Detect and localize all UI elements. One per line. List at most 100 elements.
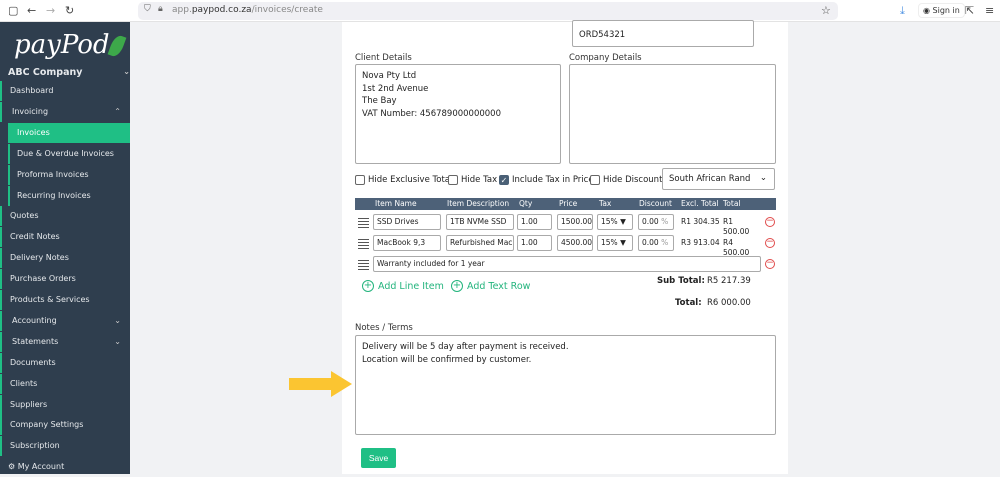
sidebar-item-invoices[interactable]: Invoices [8,123,130,143]
discount-input[interactable]: 0.00 % [638,214,674,230]
col-qty: Qty [519,199,533,208]
chevron-up-icon: ⌃ [114,107,121,116]
hide-exclusive-label: Hide Exclusive Total [368,175,453,185]
col-price: Price [559,199,578,208]
order-number-field[interactable]: ORD54321 [572,20,754,47]
tax-select[interactable]: 15% ▼ [597,214,633,230]
item-description-input[interactable]: Refurbished MacB [446,235,514,251]
menu-icon[interactable]: ≡ [985,4,994,17]
sidebar-item-delivery-notes[interactable]: Delivery Notes [0,248,130,268]
sidebar-item-statements[interactable]: Statements ⌄ [0,332,130,352]
chevron-down-icon: ⌄ [114,316,121,325]
plus-circle-icon: + [451,280,463,292]
sidebar-item-proforma[interactable]: Proforma Invoices [8,165,130,185]
item-name-input[interactable]: SSD Drives [373,214,441,230]
client-line: Nova Pty Ltd [362,71,417,81]
hide-discount-checkbox[interactable]: Hide Discount [590,175,662,185]
drag-handle-icon[interactable] [358,237,369,251]
chevron-down-icon: ⌄ [114,337,121,346]
text-row-input[interactable]: Warranty included for 1 year [373,256,761,272]
sidebar-item-quotes[interactable]: Quotes [0,206,130,226]
bookmark-star-icon[interactable]: ☆ [821,4,831,17]
line-total: R1 500.00 [723,217,750,236]
company-details-textarea[interactable] [569,64,776,164]
address-bar[interactable]: ⛉ 🔒︎ app.paypod.co.za/invoices/create ☆ [138,2,838,20]
notes-textarea[interactable]: Delivery will be 5 day after payment is … [355,335,776,435]
include-tax-checkbox[interactable]: ✓ Include Tax in Price [499,175,594,185]
lock-icon: 🔒︎ [158,4,163,14]
col-item-description: Item Description [447,199,510,208]
url-prefix: app. [172,5,192,15]
sidebar-item-suppliers[interactable]: Suppliers [0,395,130,415]
add-text-row-button[interactable]: + Add Text Row [451,280,530,292]
sidebar-item-documents[interactable]: Documents [0,353,130,373]
col-discount: Discount [639,199,672,208]
client-line: VAT Number: 456789000000000 [362,108,502,119]
sidebar-item-products[interactable]: Products & Services [0,290,130,310]
discount-input[interactable]: 0.00 % [638,235,674,251]
sidebar-item-subscription[interactable]: Subscription [0,436,130,456]
sign-in-button[interactable]: ◉ Sign in [918,3,965,18]
items-table-header: Item Name Item Description Qty Price Tax… [355,198,776,210]
item-description-input[interactable]: 1TB NVMe SSD [446,214,514,230]
save-button[interactable]: Save [361,448,396,468]
tax-select[interactable]: 15% ▼ [597,235,633,251]
sidebar: payPod ABC Company ⌄ Dashboard Invoicing ⌃… [0,22,130,474]
sidebar-item-invoicing[interactable]: Invoicing ⌃ [0,102,130,122]
item-name-input[interactable]: MacBook 9,3 [373,235,441,251]
sidebar-item-clients[interactable]: Clients [0,374,130,394]
url-domain: paypod.co.za [191,5,252,15]
sidebar-item-credit-notes[interactable]: Credit Notes [0,227,130,247]
notes-label: Notes / Terms [355,323,413,333]
remove-row-icon[interactable]: − [765,217,775,227]
include-tax-label: Include Tax in Price [512,175,594,185]
currency-value: South African Rand [669,174,751,184]
sidebar-item-dashboard[interactable]: Dashboard [0,81,130,101]
sidebar-item-purchase-orders[interactable]: Purchase Orders [0,269,130,289]
remove-row-icon[interactable]: − [765,259,775,269]
extensions-icon[interactable]: ⇱ [965,4,974,17]
subtotal-label: Sub Total: [657,276,705,286]
price-input[interactable]: 1500.00 [557,214,593,230]
sidebar-item-my-account[interactable]: ⚙ My Account [0,457,130,477]
shield-icon: ⛉ [144,4,151,14]
sidebar-item-company-settings[interactable]: Company Settings [0,415,130,435]
hide-exclusive-checkbox[interactable]: Hide Exclusive Total [355,175,452,185]
col-total: Total [723,199,741,208]
price-input[interactable]: 4500.00 [557,235,593,251]
tabs-icon[interactable]: ▢ [8,4,18,17]
company-selector[interactable]: ABC Company ⌄ [8,67,130,78]
statements-label: Statements [12,337,59,346]
percent-suffix: % [661,217,669,226]
add-line-item-label: Add Line Item [378,280,444,292]
remove-row-icon[interactable]: − [765,238,775,248]
sidebar-item-recurring[interactable]: Recurring Invoices [8,186,130,206]
client-line: The Bay [362,96,397,106]
sidebar-item-accounting[interactable]: Accounting ⌄ [0,311,130,331]
qty-input[interactable]: 1.00 [517,235,552,251]
back-icon[interactable]: ← [27,4,36,17]
add-line-item-button[interactable]: + Add Line Item [362,280,444,292]
drag-handle-icon[interactable] [358,258,369,272]
checkbox-icon [355,175,365,185]
paypod-logo[interactable]: payPod [14,30,126,60]
url-path: /invoices/create [251,5,323,15]
reload-icon[interactable]: ↻ [65,4,74,17]
total-label: Total: [675,298,702,308]
hide-discount-label: Hide Discount [603,175,663,185]
chevron-down-icon: ⌄ [123,67,130,76]
line-total: R4 500.00 [723,238,750,257]
forward-icon[interactable]: → [46,4,55,17]
drag-handle-icon[interactable] [358,216,369,230]
download-icon[interactable]: ⤓ [900,4,905,18]
sidebar-item-due-overdue[interactable]: Due & Overdue Invoices [8,144,130,164]
my-account-label: My Account [17,462,65,471]
discount-value: 0.00 [642,217,659,226]
client-details-textarea[interactable]: Nova Pty Ltd 1st 2nd Avenue The Bay VAT … [355,64,561,164]
qty-input[interactable]: 1.00 [517,214,552,230]
hide-tax-label: Hide Tax [461,175,498,185]
hide-tax-checkbox[interactable]: Hide Tax [448,175,497,185]
col-item-name: Item Name [375,199,417,208]
annotation-arrow-icon [289,371,352,397]
currency-select[interactable]: South African Rand ⌄ [662,168,775,190]
